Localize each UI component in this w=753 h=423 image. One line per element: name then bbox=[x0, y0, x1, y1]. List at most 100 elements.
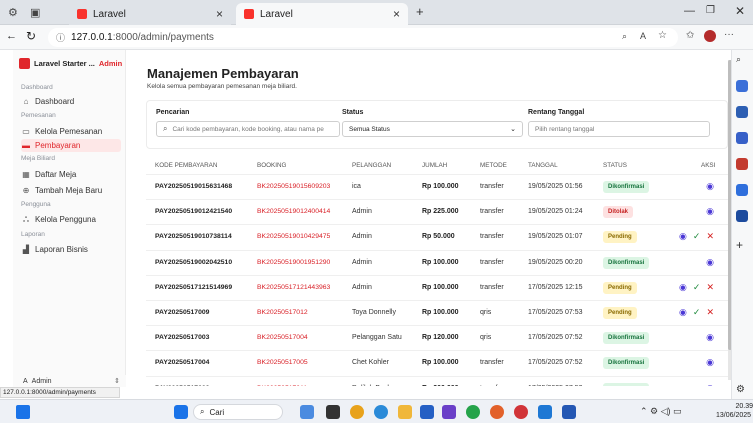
sidebar-item-kelola-pemesanan[interactable]: ▭ Kelola Pemesanan bbox=[21, 125, 121, 138]
date-range-input[interactable]: Pilih rentang tanggal bbox=[528, 121, 710, 137]
profile-icon[interactable]: ⚙ bbox=[8, 6, 18, 19]
approve-check-icon[interactable]: ✓ bbox=[693, 282, 701, 293]
url-field[interactable]: ⓘ 127.0.0.1:8000/admin/payments bbox=[48, 28, 678, 47]
booking-code-link[interactable]: BK20250519010429475 bbox=[257, 233, 330, 240]
payment-date: 17/05/2025 07:53 bbox=[528, 309, 583, 316]
booking-code-link[interactable]: BK20250519012400414 bbox=[257, 208, 330, 215]
word-icon[interactable] bbox=[562, 405, 576, 419]
widgets-icon[interactable] bbox=[300, 405, 314, 419]
view-eye-icon[interactable]: ◉ bbox=[706, 357, 714, 368]
status-select[interactable]: Semua Status ⌄ bbox=[342, 121, 523, 137]
tab-laravel-2[interactable]: Laravel × bbox=[236, 3, 408, 25]
store-icon[interactable] bbox=[420, 405, 434, 419]
booking-code-link[interactable]: BK20250517012 bbox=[257, 309, 308, 316]
view-eye-icon[interactable]: ◉ bbox=[679, 307, 687, 318]
search-icon[interactable]: ⌕ bbox=[736, 54, 748, 66]
search-input[interactable]: ⌕ Cari kode pembayaran, kode booking, at… bbox=[156, 121, 340, 137]
close-tab-icon[interactable]: × bbox=[393, 7, 400, 21]
minimize-icon[interactable]: — bbox=[684, 5, 695, 17]
view-eye-icon[interactable]: ◉ bbox=[706, 257, 714, 268]
view-eye-icon[interactable]: ◉ bbox=[706, 181, 714, 192]
sidebar-item-dashboard[interactable]: ⌂ Dashboard bbox=[21, 95, 121, 108]
shopping-icon[interactable] bbox=[736, 106, 748, 118]
booking-code-link[interactable]: BK20250517004 bbox=[257, 334, 308, 341]
taskbar-search[interactable]: ⌕ Cari bbox=[193, 404, 283, 420]
reject-x-icon[interactable]: ✕ bbox=[706, 231, 714, 242]
windows-start-icon[interactable] bbox=[174, 405, 188, 419]
sidebar-item-daftar-meja[interactable]: ▦ Daftar Meja bbox=[21, 168, 121, 181]
zoom-icon[interactable]: ⌕ bbox=[622, 31, 627, 42]
more-menu-icon[interactable]: ··· bbox=[724, 29, 734, 40]
close-window-icon[interactable]: ✕ bbox=[735, 4, 745, 18]
browser-tab-strip: ⚙ ▣ Laravel × Laravel × + — ❐ ✕ bbox=[0, 0, 753, 25]
close-tab-icon[interactable]: × bbox=[216, 7, 223, 21]
customer-name: Admin bbox=[352, 258, 372, 266]
role-badge: Admin bbox=[98, 58, 123, 68]
add-icon[interactable]: + bbox=[736, 238, 748, 252]
view-eye-icon[interactable]: ◉ bbox=[679, 282, 687, 293]
booking-code-link[interactable]: BK20250517121443963 bbox=[257, 284, 330, 291]
reject-x-icon[interactable]: ✕ bbox=[706, 282, 714, 293]
file-explorer-icon[interactable] bbox=[398, 405, 412, 419]
view-eye-icon[interactable]: ◉ bbox=[706, 383, 714, 386]
whatsapp-icon[interactable] bbox=[466, 405, 480, 419]
booking-code-link[interactable]: BK20250517005 bbox=[257, 359, 308, 366]
profile-avatar-icon[interactable] bbox=[704, 30, 716, 42]
edge-icon[interactable] bbox=[374, 405, 388, 419]
settings-gear-icon[interactable]: ⚙ bbox=[736, 384, 748, 396]
booking-code-link[interactable]: BK20250519015609203 bbox=[257, 183, 330, 190]
app-orange-icon[interactable] bbox=[490, 405, 504, 419]
reload-icon[interactable]: ↻ bbox=[26, 29, 36, 43]
favorites-icon[interactable]: ✩ bbox=[686, 30, 694, 41]
tab-laravel-1[interactable]: Laravel × bbox=[69, 3, 231, 25]
amount: Rp 200.000 bbox=[422, 385, 459, 386]
new-tab-button[interactable]: + bbox=[416, 4, 424, 19]
favorite-star-icon[interactable]: ☆ bbox=[658, 30, 667, 41]
back-icon[interactable]: ← bbox=[6, 30, 17, 42]
status-badge: Dikonfirmasi bbox=[603, 357, 650, 370]
visual-studio-icon[interactable] bbox=[442, 405, 456, 419]
amount: Rp 100.000 bbox=[422, 183, 459, 190]
task-view-icon[interactable] bbox=[326, 405, 340, 419]
tray-icons[interactable]: ⌃ ⚙ ◁) ▭ bbox=[640, 406, 682, 417]
payment-method: transfer bbox=[480, 208, 504, 216]
approve-check-icon[interactable]: ✓ bbox=[693, 307, 701, 318]
chrome-icon[interactable] bbox=[350, 405, 364, 419]
customer-name: Chet Kohler bbox=[352, 359, 389, 367]
user-menu[interactable]: A Admin ⇕ bbox=[13, 375, 126, 387]
app-icon[interactable] bbox=[16, 405, 30, 419]
approve-check-icon[interactable]: ✓ bbox=[693, 231, 701, 242]
tab-actions-icon[interactable]: ▣ bbox=[30, 6, 40, 19]
payment-date: 17/05/2025 07:52 bbox=[528, 385, 583, 386]
sidebar-item-laporan-bisnis[interactable]: ▟ Laporan Bisnis bbox=[21, 243, 121, 256]
booking-code-link[interactable]: BK20250517011 bbox=[257, 385, 307, 386]
sidebar-item-tambah-meja[interactable]: ⊕ Tambah Meja Baru bbox=[21, 184, 121, 197]
copilot-icon[interactable] bbox=[736, 80, 748, 92]
payment-method: transfer bbox=[480, 385, 504, 386]
drop-icon[interactable] bbox=[736, 210, 748, 222]
booking-code-link[interactable]: BK20250519001951290 bbox=[257, 259, 330, 266]
opera-icon[interactable] bbox=[514, 405, 528, 419]
th-date: TANGGAL bbox=[528, 162, 558, 169]
reject-x-icon[interactable]: ✕ bbox=[706, 307, 714, 318]
search-label: Pencarian bbox=[156, 109, 190, 116]
outlook-icon[interactable] bbox=[736, 184, 748, 196]
view-eye-icon[interactable]: ◉ bbox=[679, 231, 687, 242]
sidebar-item-pembayaran[interactable]: ▬ Pembayaran bbox=[21, 139, 121, 152]
tools-icon[interactable] bbox=[736, 132, 748, 144]
date-range-label: Rentang Tanggal bbox=[528, 109, 585, 116]
sidebar-item-kelola-pengguna[interactable]: ஃ Kelola Pengguna bbox=[21, 213, 121, 226]
card-icon: ▬ bbox=[22, 141, 30, 150]
taskbar-search-label: Cari bbox=[209, 407, 225, 417]
brand[interactable]: Laravel Starter ... Admin bbox=[19, 56, 123, 70]
read-aloud-icon[interactable]: A bbox=[640, 31, 646, 41]
games-icon[interactable] bbox=[736, 158, 748, 170]
payment-date: 17/05/2025 07:52 bbox=[528, 359, 583, 367]
view-eye-icon[interactable]: ◉ bbox=[706, 206, 714, 217]
view-eye-icon[interactable]: ◉ bbox=[706, 332, 714, 343]
maximize-icon[interactable]: ❐ bbox=[706, 5, 715, 16]
vscode-icon[interactable] bbox=[538, 405, 552, 419]
th-customer: PELANGGAN bbox=[352, 162, 392, 169]
payment-method: qris bbox=[480, 334, 492, 342]
payment-code: PAY20250519002042510 bbox=[155, 258, 233, 266]
